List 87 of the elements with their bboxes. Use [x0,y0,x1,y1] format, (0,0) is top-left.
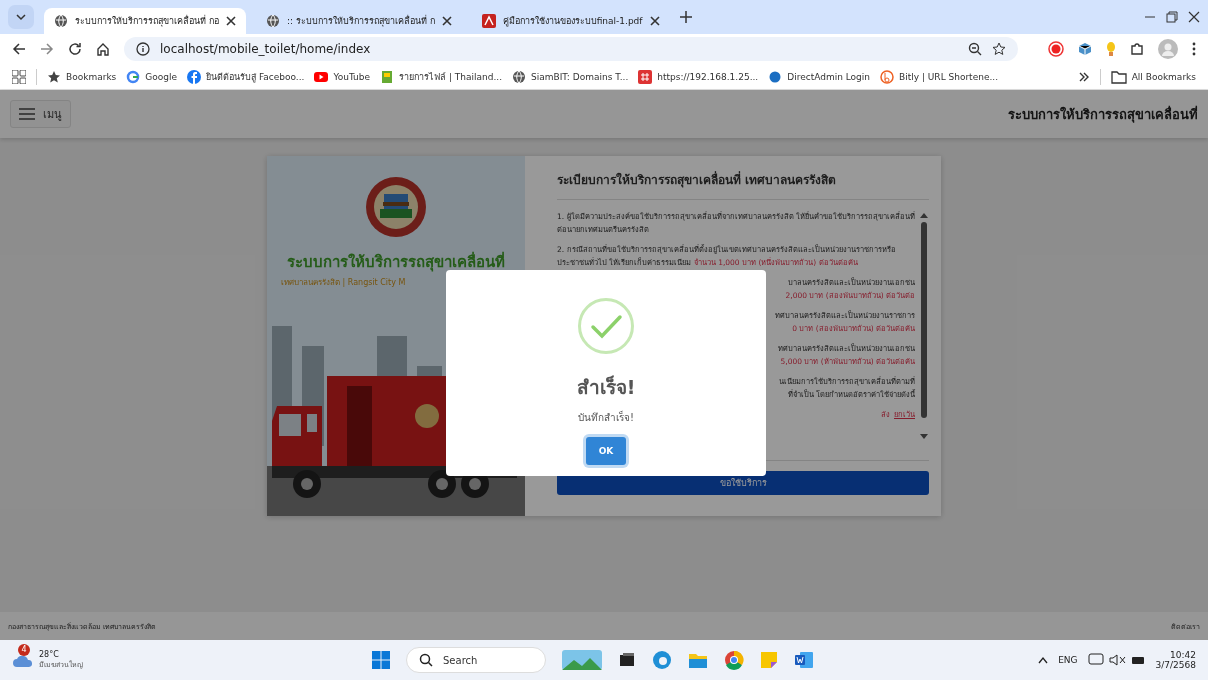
grid-icon [638,69,653,84]
tab-title: ระบบการให้บริการรถสุขาเคลื่อนที่ กอ [75,14,219,28]
pdf-icon [481,14,496,28]
bookmark-label: SiamBIT: Domains T... [531,71,629,82]
globe-icon [265,14,280,28]
puzzle-icon[interactable] [1130,42,1144,56]
play-icon [314,69,329,84]
bookmark[interactable]: SiamBIT: Domains T... [512,69,629,84]
ok-button[interactable]: OK [586,437,626,465]
globe-icon [512,69,527,84]
globe-icon [54,14,68,28]
browser-tab[interactable]: คู่มือการใช้งานของระบบfinal-1.pdf [471,8,670,34]
word-app-icon[interactable] [794,651,814,669]
folder-app-icon[interactable] [688,651,708,669]
record-icon[interactable] [1048,41,1064,57]
bookmark[interactable]: YouTube [314,69,371,84]
bookmark-label: All Bookmarks [1131,71,1196,82]
tab-list-icon[interactable] [8,5,34,29]
facebook-icon [187,69,202,84]
clock[interactable]: 10:42 3/7/2568 [1155,650,1196,670]
task-view-icon[interactable] [618,651,636,669]
site-title: ระบบการให้บริการรถสุขาเคลื่อนที่ [1008,104,1198,125]
organization-subtitle: เทศบาลนครรังสิต | Rangsit City M [281,277,406,289]
bookmark-label: Google [145,71,178,82]
taskbar-search[interactable]: Search [406,647,546,673]
browser-tab[interactable]: :: ระบบการให้บริการรถสุขาเคลื่อนที่ ก [255,8,462,34]
bookmark-label: https://192.168.1.25... [657,71,759,82]
sticky-notes-icon[interactable] [760,651,778,669]
file-icon [380,69,395,84]
close-icon[interactable] [649,16,660,26]
temperature-text: 28°C [39,650,60,659]
bitly-icon [880,69,894,84]
chrome-browser-icon[interactable] [724,650,744,670]
forward-arrow-icon[interactable] [40,42,54,56]
tray-icons-drawing[interactable] [1087,652,1146,668]
bookmark[interactable]: DirectAdmin Login [768,69,870,84]
chevron-double-icon[interactable] [1077,70,1090,83]
all-bookmarks-button[interactable]: All Bookmarks [1110,69,1196,84]
bookmark-label: Bitly | URL Shortene... [899,71,998,82]
apps-grid-icon[interactable] [12,69,26,84]
back-arrow-icon[interactable] [12,42,26,56]
bookmark-label: DirectAdmin Login [787,71,870,82]
language-indicator[interactable]: ENG [1058,655,1078,665]
reload-icon[interactable] [68,42,82,56]
close-icon[interactable] [1188,11,1200,23]
star-icon [47,69,61,84]
bookmark[interactable]: รายการไฟล์ | Thailand... [380,69,503,84]
bookmark-label: รายการไฟล์ | Thailand... [399,70,503,84]
windows-start-icon[interactable] [372,651,390,669]
menu-icon [19,108,35,120]
menu-button[interactable]: เมนู [10,100,71,128]
circle-icon [768,69,783,84]
bookmark[interactable]: Bookmarks [47,69,117,84]
more-icon[interactable] [1192,42,1196,56]
edge-browser-icon[interactable] [652,650,672,670]
cube-icon[interactable] [1078,42,1092,56]
system-title: ระบบการให้บริการรถสุขาเคลื่อนที่ [287,250,505,274]
bookmark-label: Bookmarks [66,71,117,82]
bookmark[interactable]: Bitly | URL Shortene... [880,69,998,84]
bookmark[interactable]: Google [126,69,178,84]
tab-title: คู่มือการใช้งานของระบบfinal-1.pdf [502,15,643,28]
plus-icon[interactable] [679,11,692,23]
bookmark[interactable]: https://192.168.1.25... [638,69,759,84]
search-icon [419,653,433,667]
checkmark-icon [578,298,634,354]
notification-badge: 4 [18,644,30,656]
tab-title: :: ระบบการให้บริการรถสุขาเคลื่อนที่ ก [286,14,435,28]
restore-icon[interactable] [1166,11,1178,23]
bulb-icon[interactable] [1106,41,1116,57]
bookmark-label: YouTube [333,71,371,82]
zoom-out-icon[interactable] [968,42,982,56]
dialog-title: สำเร็จ! [576,374,636,400]
folder-icon [1110,69,1127,84]
url-text: localhost/mobile_toilet/home/index [160,42,371,56]
bookmark[interactable]: ยินดีต้อนรับสู่ Faceboo... [187,69,305,84]
rules-heading: ระเบียบการให้บริการรถสุขาเคลื่อนที่ เทศบาลนครรังสิต [557,166,929,200]
bookmark-label: ยินดีต้อนรับสู่ Faceboo... [206,70,305,84]
emblem-logo [365,176,427,238]
chevron-up-icon[interactable] [1038,656,1049,664]
home-icon[interactable] [96,42,110,56]
close-icon[interactable] [441,16,452,26]
dialog-message: บันทึกสำเร็จ! [578,410,634,425]
close-icon[interactable] [225,16,236,26]
browser-tab[interactable]: ระบบการให้บริการรถสุขาเคลื่อนที่ กอ [44,8,246,34]
star-outline-icon[interactable] [992,42,1006,56]
info-icon [136,42,150,56]
address-bar[interactable]: localhost/mobile_toilet/home/index [124,37,1018,61]
